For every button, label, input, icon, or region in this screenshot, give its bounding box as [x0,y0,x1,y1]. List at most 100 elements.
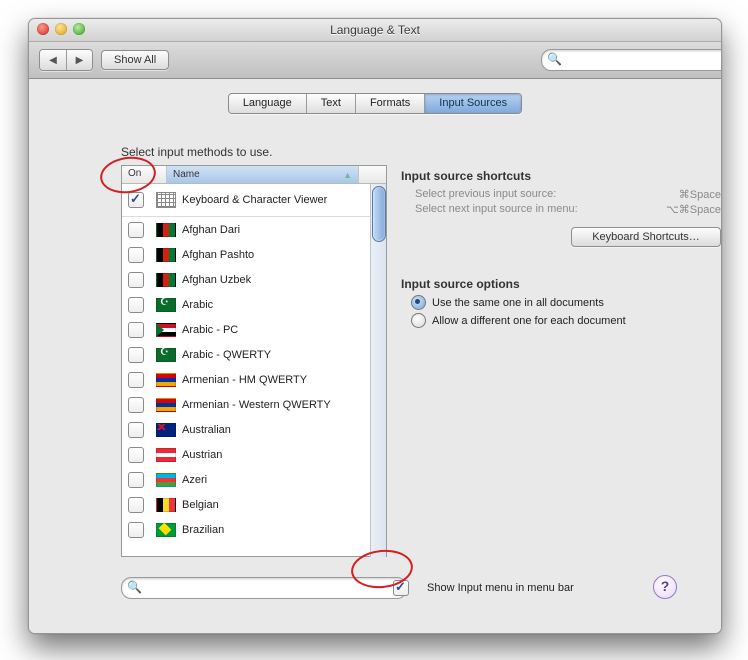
sort-indicator-icon: ▲ [343,170,352,180]
column-headers: On Name ▲ [122,166,386,184]
list-item-label: Afghan Dari [182,224,240,236]
checkbox-icon[interactable] [128,247,144,263]
list-item[interactable]: Afghan Uzbek [122,267,386,292]
tab-formats[interactable]: Formats [355,94,424,113]
toolbar-search-input[interactable] [541,49,722,71]
checkbox-icon[interactable] [128,497,144,513]
flag-icon [156,273,176,287]
shortcut-prev: Select previous input source: ⌘Space [401,187,721,202]
tab-text[interactable]: Text [306,94,355,113]
shortcuts-heading: Input source shortcuts [401,169,721,183]
filter-search-input[interactable] [121,577,407,599]
option-same[interactable]: Use the same one in all documents [411,295,721,310]
flag-icon [156,498,176,512]
search-icon: 🔍 [127,580,142,594]
keyboard-shortcuts-button[interactable]: Keyboard Shortcuts… [571,227,721,247]
input-sources-list[interactable]: Keyboard & Character Viewer Afghan Dari Af… [122,184,386,557]
list-item[interactable]: Keyboard & Character Viewer [122,184,386,217]
list-item-label: Afghan Pashto [182,249,254,261]
list-item[interactable]: Arabic [122,292,386,317]
list-item-label: Belgian [182,499,219,511]
list-item[interactable]: Afghan Pashto [122,242,386,267]
filter-search: 🔍 [121,577,375,599]
zoom-icon[interactable] [73,23,85,35]
options-heading: Input source options [401,277,721,291]
window-controls [37,23,85,35]
flag-icon [156,423,176,437]
radio-icon[interactable] [411,313,426,328]
col-name[interactable]: Name ▲ [167,166,358,183]
radio-icon[interactable] [411,295,426,310]
search-icon: 🔍 [547,52,562,66]
flag-icon [156,323,176,337]
flag-icon [156,248,176,262]
right-pane: Input source shortcuts Select previous i… [401,169,721,331]
flag-icon [156,348,176,362]
col-on[interactable]: On [122,166,167,183]
list-item-label: Arabic - QWERTY [182,349,271,361]
tab-input-sources[interactable]: Input Sources [424,94,521,113]
list-item[interactable]: Azeri [122,467,386,492]
list-item-label: Arabic - PC [182,324,238,336]
body: Language Text Formats Input Sources Sele… [29,79,721,634]
checkbox-icon[interactable] [128,322,144,338]
list-item-label: Keyboard & Character Viewer [182,194,327,206]
checkbox-icon[interactable] [128,372,144,388]
list-item-label: Armenian - Western QWERTY [182,399,331,411]
back-button[interactable]: ◀ [40,50,66,70]
checkbox-icon[interactable] [128,422,144,438]
flag-icon [156,523,176,537]
list-item[interactable]: Australian [122,417,386,442]
show-in-menu-bar[interactable]: Show Input menu in menu bar [393,580,574,596]
checkbox-icon[interactable] [128,297,144,313]
list-item[interactable]: Armenian - Western QWERTY [122,392,386,417]
flag-icon [156,223,176,237]
close-icon[interactable] [37,23,49,35]
list-item[interactable]: Brazilian [122,517,386,542]
prompt-label: Select input methods to use. [121,145,272,159]
checkbox-icon[interactable] [128,397,144,413]
list-item-label: Azeri [182,474,207,486]
titlebar: Language & Text [29,19,721,42]
nav-segment: ◀ ▶ [39,49,93,71]
checkbox-icon[interactable] [128,522,144,538]
checkbox-icon[interactable] [128,347,144,363]
flag-icon [156,373,176,387]
list-item[interactable]: Arabic - QWERTY [122,342,386,367]
checkbox-icon[interactable] [128,222,144,238]
list-item-label: Arabic [182,299,213,311]
input-sources-panel: On Name ▲ Keyboard & Character Viewer Afg… [121,165,387,557]
vertical-scrollbar[interactable] [370,184,386,557]
list-item[interactable]: Arabic - PC [122,317,386,342]
tab-language[interactable]: Language [229,94,306,113]
show-all-button[interactable]: Show All [101,50,169,70]
tabs: Language Text Formats Input Sources [29,79,721,114]
flag-icon [156,298,176,312]
list-item[interactable]: Afghan Dari [122,217,386,242]
col-stub [358,166,386,183]
checkbox-icon[interactable] [128,472,144,488]
checkbox-icon[interactable] [128,447,144,463]
list-item-label: Armenian - HM QWERTY [182,374,307,386]
forward-button[interactable]: ▶ [66,50,92,70]
shortcut-next: Select next input source in menu: ⌥⌘Spac… [401,202,721,217]
list-item-label: Afghan Uzbek [182,274,251,286]
list-item[interactable]: Austrian [122,442,386,467]
flag-icon [156,473,176,487]
keyboard-viewer-icon [156,192,176,208]
scroll-thumb[interactable] [372,186,386,242]
window-title: Language & Text [330,23,420,37]
list-item-label: Austrian [182,449,222,461]
minimize-icon[interactable] [55,23,67,35]
list-item[interactable]: Armenian - HM QWERTY [122,367,386,392]
checkbox-icon[interactable] [128,192,144,208]
preferences-window: Language & Text ◀ ▶ Show All 🔍 Language … [28,18,722,634]
checkbox-icon[interactable] [393,580,409,596]
checkbox-icon[interactable] [128,272,144,288]
option-diff[interactable]: Allow a different one for each document [411,313,721,328]
list-item-label: Australian [182,424,231,436]
help-button[interactable]: ? [653,575,677,599]
list-item[interactable]: Belgian [122,492,386,517]
list-item-label: Brazilian [182,524,224,536]
toolbar-search: 🔍 [541,49,711,71]
